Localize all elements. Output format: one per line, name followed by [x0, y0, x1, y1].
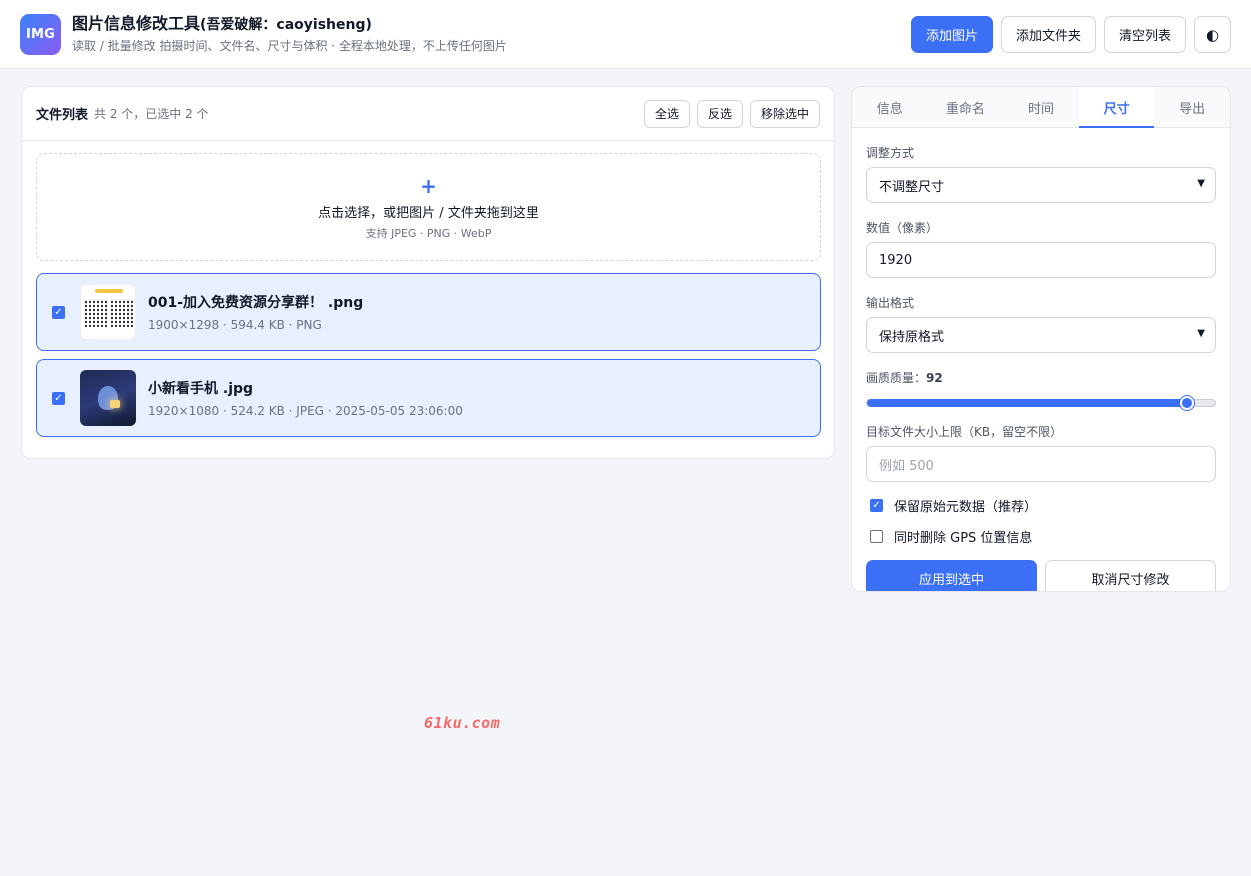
add-image-button[interactable]: 添加图片: [911, 16, 993, 53]
app-title: 图片信息修改工具(吾爱破解：caoyisheng): [72, 14, 507, 35]
dropzone-subtext: 支持 JPEG · PNG · WebP: [365, 227, 492, 240]
app-subtitle: 读取 / 批量修改 拍摄时间、文件名、尺寸与体积 · 全程本地处理，不上传任何图…: [72, 39, 507, 53]
pixel-value-input[interactable]: 1920: [866, 242, 1216, 278]
keep-metadata-label: 保留原始元数据（推荐）: [894, 500, 1038, 515]
qr-block-icon: [111, 299, 133, 327]
quality-label-text: 画质质量：: [866, 371, 927, 385]
remove-gps-checkbox[interactable]: [870, 530, 883, 543]
tab-time[interactable]: 时间: [1003, 87, 1079, 127]
remove-selected-button[interactable]: 移除选中: [749, 99, 820, 128]
watermark-text: 61ku.com: [424, 714, 501, 732]
qr-block-icon: [85, 299, 107, 327]
quality-label: 画质质量：92: [866, 369, 1216, 386]
tab-info[interactable]: 信息: [852, 87, 928, 127]
clear-list-button[interactable]: 清空列表: [1104, 16, 1186, 53]
quality-value: 92: [926, 371, 943, 385]
quality-slider-handle[interactable]: [1180, 396, 1195, 410]
app-header: IMG 图片信息修改工具(吾爱破解：caoyisheng) 读取 / 批量修改 …: [0, 0, 1251, 69]
remove-gps-label: 同时删除 GPS 位置信息: [894, 531, 1033, 546]
file-item[interactable]: ✓ 小新看手机 .jpg 1920×1080 · 524.2 KB · JPEG…: [36, 359, 821, 437]
file-meta: 1920×1080 · 524.2 KB · JPEG · 2025-05-05…: [148, 404, 463, 418]
add-folder-button[interactable]: 添加文件夹: [1001, 16, 1096, 53]
theme-toggle-icon[interactable]: ◐: [1194, 16, 1231, 53]
file-checkbox[interactable]: ✓: [52, 391, 65, 405]
settings-tabs: 信息 重命名 时间 尺寸 导出: [852, 87, 1230, 128]
dropzone[interactable]: + 点击选择，或把图片 / 文件夹拖到这里 支持 JPEG · PNG · We…: [36, 153, 821, 261]
target-size-placeholder: 例如 500: [879, 458, 934, 474]
qr-code-thumbnail-icon: [80, 284, 136, 340]
app-title-main: 图片信息修改工具: [72, 14, 201, 33]
tab-export[interactable]: 导出: [1154, 87, 1230, 127]
file-name: 001-加入免费资源分享群！ .png: [148, 295, 364, 311]
keep-metadata-option[interactable]: ✓ 保留原始元数据（推荐）: [866, 496, 1216, 515]
file-list-title: 文件列表: [36, 108, 89, 123]
output-format-select[interactable]: 保持原格式 ▼: [866, 317, 1216, 353]
file-name: 小新看手机 .jpg: [148, 381, 254, 397]
output-format-value: 保持原格式: [879, 329, 945, 345]
pixel-value: 1920: [879, 252, 913, 268]
file-checkbox[interactable]: ✓: [52, 305, 65, 319]
quality-slider[interactable]: [866, 396, 1216, 410]
tab-rename[interactable]: 重命名: [928, 87, 1004, 127]
output-format-label: 输出格式: [866, 296, 915, 310]
select-all-button[interactable]: 全选: [643, 99, 690, 128]
resize-mode-value: 不调整尺寸: [879, 179, 945, 195]
invert-selection-button[interactable]: 反选: [696, 99, 743, 128]
file-meta: 1900×1298 · 594.4 KB · PNG: [148, 318, 322, 332]
night-scene-thumbnail-icon: [80, 370, 136, 426]
chevron-down-icon: ▼: [1197, 178, 1205, 189]
target-size-label: 目标文件大小上限（KB，留空不限）: [866, 425, 1063, 439]
file-count: 共 2 个，已选中 2 个: [94, 107, 209, 121]
dropzone-text: 点击选择，或把图片 / 文件夹拖到这里: [318, 206, 539, 221]
title-block: 图片信息修改工具(吾爱破解：caoyisheng) 读取 / 批量修改 拍摄时间…: [72, 14, 507, 54]
cancel-resize-button[interactable]: 取消尺寸修改: [1045, 560, 1216, 591]
plus-icon: +: [420, 174, 437, 198]
app-title-suffix: (吾爱破解：caoyisheng): [200, 17, 372, 33]
file-list-panel: 文件列表 共 2 个，已选中 2 个 全选 反选 移除选中 + 点击选择，或把图…: [21, 86, 835, 459]
header-actions: 添加图片 添加文件夹 清空列表 ◐: [911, 16, 1231, 53]
file-item[interactable]: ✓ 001-加入免费资源分享群！ .png 1900×1298 · 594.4 …: [36, 273, 821, 351]
quality-slider-fill: [867, 399, 1188, 407]
target-size-input[interactable]: 例如 500: [866, 446, 1216, 482]
settings-panel: 信息 重命名 时间 尺寸 导出 调整方式 不调整尺寸 ▼ 数值（像素） 1920…: [851, 86, 1231, 592]
size-form: 调整方式 不调整尺寸 ▼ 数值（像素） 1920 输出格式 保持原格式 ▼ 画质…: [852, 144, 1230, 591]
form-actions: 应用到选中 取消尺寸修改: [866, 560, 1216, 591]
remove-gps-option[interactable]: 同时删除 GPS 位置信息: [866, 527, 1216, 546]
pixel-value-label: 数值（像素）: [866, 221, 939, 235]
tab-size[interactable]: 尺寸: [1078, 87, 1155, 128]
keep-metadata-checkbox[interactable]: ✓: [870, 499, 883, 512]
file-info: 001-加入免费资源分享群！ .png 1900×1298 · 594.4 KB…: [148, 292, 363, 332]
file-list-header: 文件列表 共 2 个，已选中 2 个 全选 反选 移除选中: [22, 87, 834, 141]
phone-glow-icon: [110, 400, 120, 408]
app-logo: IMG: [20, 13, 61, 55]
resize-mode-select[interactable]: 不调整尺寸 ▼: [866, 167, 1216, 203]
file-info: 小新看手机 .jpg 1920×1080 · 524.2 KB · JPEG ·…: [148, 378, 463, 418]
qr-banner-icon: [95, 289, 123, 293]
file-list-actions: 全选 反选 移除选中: [643, 99, 820, 128]
chevron-down-icon: ▼: [1197, 328, 1205, 339]
apply-to-selected-button[interactable]: 应用到选中: [866, 560, 1037, 591]
resize-mode-label: 调整方式: [866, 146, 915, 160]
